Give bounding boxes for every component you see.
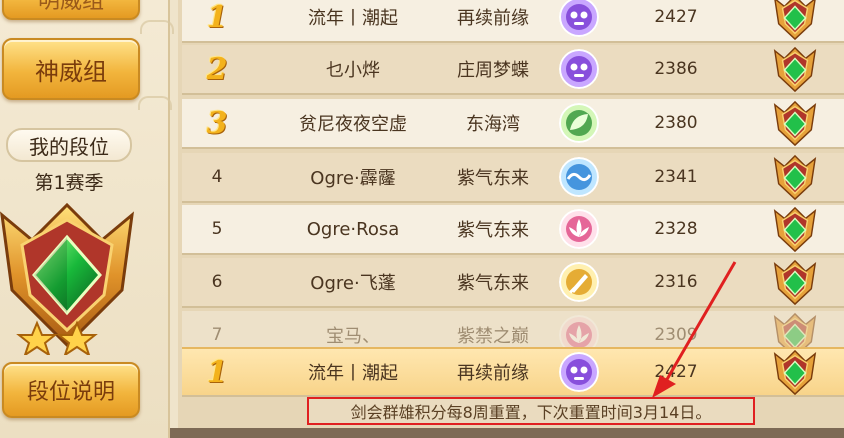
pink-lotus-icon — [559, 209, 599, 249]
rank-emblem-icon — [0, 202, 134, 355]
rank-explain-label: 段位说明 — [26, 380, 115, 405]
rank-cell: 1 — [182, 0, 252, 41]
school-cell — [544, 99, 614, 147]
rank-cell: 1 — [182, 349, 252, 395]
table-row[interactable]: 4 Ogre·霹霳 紫气东来 2341 — [182, 153, 844, 203]
medal-cell — [760, 349, 830, 396]
cloud-ornament — [138, 96, 172, 110]
score: 2341 — [654, 167, 698, 187]
table-row[interactable]: 6 Ogre·飞蓬 紫气东来 2316 — [182, 258, 844, 308]
rank-number: 2 — [206, 51, 228, 87]
bottom-strip — [170, 428, 844, 438]
purple-skull-icon — [559, 352, 599, 392]
rank-cell: 5 — [182, 205, 252, 253]
rank-number: 4 — [211, 167, 223, 187]
rank-cell: 2 — [182, 45, 252, 93]
school-cell — [544, 45, 614, 93]
rank-explain-button[interactable]: 段位说明 — [2, 362, 140, 418]
rank-number: 6 — [211, 272, 223, 292]
group-tab-top-button[interactable]: 明威组 — [2, 0, 140, 20]
purple-skull-icon — [559, 49, 599, 89]
gold-sword-icon — [559, 262, 599, 302]
group-tab-shenwei-button[interactable]: 神威组 — [2, 38, 140, 100]
purple-skull-icon — [559, 0, 599, 37]
score: 2380 — [654, 113, 698, 133]
left-panel: 明威组 神威组 我的段位 第1赛季 段位说明 — [0, 0, 174, 438]
my-rank-text: 我的段位 — [29, 134, 109, 159]
rank-medal-icon — [773, 206, 817, 253]
cloud-ornament — [140, 20, 174, 34]
my-rank-label: 我的段位 — [6, 128, 132, 162]
school-cell — [544, 205, 614, 253]
rank-medal-icon — [774, 0, 816, 41]
medal-cell — [760, 153, 830, 201]
rank-number: 3 — [206, 105, 228, 141]
score: 2316 — [654, 272, 698, 292]
rank-number: 7 — [211, 325, 223, 345]
school-cell — [544, 258, 614, 306]
group-tab-shenwei-label: 神威组 — [35, 57, 107, 86]
school-cell — [544, 0, 614, 41]
my-rank-row[interactable]: 1 流年丨潮起 再续前缘 2427 — [182, 347, 844, 397]
rank-medal-icon — [773, 349, 817, 396]
season-label: 第1赛季 — [34, 172, 104, 194]
school-cell — [544, 153, 614, 201]
leaderboard-table: 1 流年丨潮起 再续前缘 2427 2 乜小烨 庄周梦蝶 2386 3 贫尼夜夜空虚 东海湾 2380… — [178, 0, 844, 438]
rank-number: 1 — [206, 0, 228, 35]
table-row[interactable]: 5 Ogre·Rosa 紫气东来 2328 — [182, 205, 844, 255]
medal-cell — [760, 45, 830, 93]
medal-cell — [760, 205, 830, 253]
rank-cell: 6 — [182, 258, 252, 306]
group-tab-top-label: 明威组 — [37, 0, 104, 14]
reset-notice-text: 剑会群雄积分每8周重置，下次重置时间3月14日。 — [350, 403, 712, 422]
rank-medal-icon — [773, 154, 817, 201]
rank-medal-icon — [773, 46, 817, 93]
table-row[interactable]: 2 乜小烨 庄周梦蝶 2386 — [182, 45, 844, 95]
rank-cell: 4 — [182, 153, 252, 201]
school-cell — [544, 349, 614, 395]
blue-wave-icon — [559, 157, 599, 197]
medal-cell — [760, 258, 830, 306]
rank-medal-icon — [773, 100, 817, 147]
rank-medal-icon — [773, 259, 817, 306]
score: 2427 — [654, 7, 698, 27]
medal-cell — [760, 0, 830, 41]
score: 2427 — [654, 362, 698, 382]
rank-cell: 3 — [182, 99, 252, 147]
medal-cell — [760, 99, 830, 147]
score: 2386 — [654, 59, 698, 79]
table-row[interactable]: 1 流年丨潮起 再续前缘 2427 — [182, 0, 844, 43]
reset-notice: 剑会群雄积分每8周重置，下次重置时间3月14日。 — [307, 397, 755, 425]
rank-number: 1 — [206, 354, 228, 390]
green-leaf-icon — [559, 103, 599, 143]
table-row[interactable]: 3 贫尼夜夜空虚 东海湾 2380 — [182, 99, 844, 149]
rank-number: 5 — [211, 219, 223, 239]
score: 2328 — [654, 219, 698, 239]
